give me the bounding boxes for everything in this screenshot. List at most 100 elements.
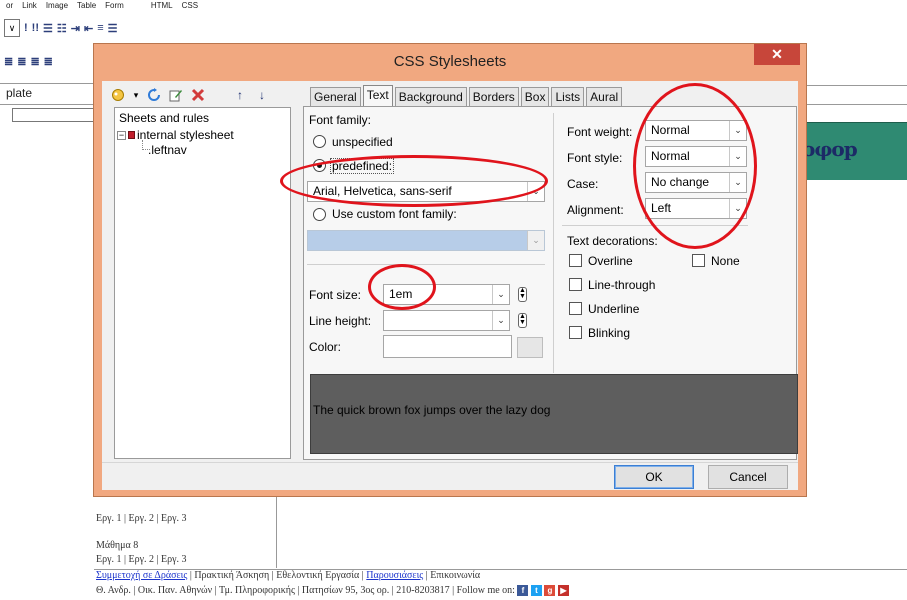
move-down-icon[interactable]: ↓ — [254, 87, 270, 103]
predefined-font-value: Arial, Helvetica, sans-serif — [313, 184, 452, 198]
align-icon[interactable]: ≡ — [97, 22, 103, 34]
unspecified-label: unspecified — [332, 135, 393, 149]
chevron-down-icon[interactable]: ⌄ — [729, 199, 746, 218]
link-presentations[interactable]: Παρουσιάσεις — [366, 570, 423, 581]
unspecified-radio[interactable] — [313, 135, 326, 148]
tab-general[interactable]: General — [310, 87, 361, 107]
new-rule-icon[interactable] — [110, 87, 126, 103]
menu-item-form[interactable]: Form — [105, 0, 124, 14]
indent-icon[interactable]: ⇥ — [71, 22, 80, 35]
menu-item-image[interactable]: Image — [46, 0, 68, 14]
predefined-font-combo[interactable]: Arial, Helvetica, sans-serif ⌄ — [307, 181, 545, 202]
alignment-value: Left — [651, 201, 672, 215]
chevron-down-icon[interactable]: ⌄ — [729, 147, 746, 166]
editor-right-bar — [796, 85, 907, 105]
predefined-label: predefined: — [330, 158, 395, 174]
menu-item-link[interactable]: Link — [22, 0, 37, 14]
dropdown-arrow-icon[interactable]: ▾ — [132, 87, 140, 103]
tab-background[interactable]: Background — [394, 87, 467, 107]
menu-item-css[interactable]: CSS — [182, 0, 198, 14]
alignment-combo[interactable]: Left ⌄ — [645, 198, 747, 219]
custom-font-combo[interactable]: ⌄ — [307, 230, 545, 251]
tree-node-leftnav[interactable]: .leftnav — [148, 143, 187, 157]
outdent-icon[interactable]: ⇤ — [84, 22, 93, 35]
align-justify-icon[interactable]: ≣ — [44, 55, 53, 68]
tab-lists[interactable]: Lists — [551, 87, 585, 107]
align-right-icon[interactable]: ≣ — [30, 55, 39, 68]
collapse-icon[interactable]: − — [117, 130, 126, 140]
font-size-label: Font size: — [309, 288, 362, 302]
stylesheet-icon — [128, 131, 135, 139]
cancel-button[interactable]: Cancel — [708, 465, 788, 489]
font-weight-combo[interactable]: Normal ⌄ — [645, 120, 747, 141]
toolbar-important2-button[interactable]: !! — [32, 22, 39, 34]
align-left-icon[interactable]: ≣ — [4, 55, 13, 68]
edit-icon[interactable] — [168, 87, 184, 103]
line-height-combo[interactable]: ⌄ — [383, 310, 510, 331]
menu-item-table[interactable]: Table — [77, 0, 96, 14]
move-up-icon[interactable]: ↑ — [232, 87, 248, 103]
tab-aural[interactable]: Aural — [586, 87, 623, 107]
tab-box[interactable]: Box — [520, 87, 550, 107]
toolbar-important-button[interactable]: ! — [24, 22, 28, 34]
close-button[interactable]: ✕ — [754, 44, 800, 65]
menu-item-or[interactable]: or — [6, 0, 13, 14]
editor-menubar: or Link Image Table Form HTML CSS — [0, 0, 198, 14]
menu-item-html[interactable]: HTML — [151, 0, 173, 14]
chevron-down-icon[interactable]: ⌄ — [527, 231, 544, 250]
editor-toolbar-2: ≣ ≣ ≣ ≣ — [0, 50, 53, 72]
predefined-radio[interactable] — [313, 159, 326, 172]
numbered-list-icon[interactable]: ☷ — [57, 22, 67, 35]
dialog-titlebar[interactable]: CSS Stylesheets ✕ — [94, 44, 806, 81]
font-size-combo[interactable]: 1em ⌄ — [383, 284, 510, 305]
refresh-icon[interactable] — [146, 87, 162, 103]
overline-checkbox[interactable] — [569, 254, 582, 267]
chevron-down-icon[interactable]: ⌄ — [729, 121, 746, 140]
list-icon[interactable]: ☰ — [43, 22, 53, 35]
custom-font-radio[interactable] — [313, 208, 326, 221]
link-actions[interactable]: Συμμετοχή σε Δράσεις — [96, 570, 187, 581]
toolbar-dropdown[interactable]: ∨ — [4, 19, 20, 37]
font-style-combo[interactable]: Normal ⌄ — [645, 146, 747, 167]
stylesheet-toolbar: ▾ ↑ ↓ — [110, 85, 290, 105]
line-height-spin-icon[interactable]: ▲ ▼ — [518, 313, 527, 328]
tab-text[interactable]: Text — [362, 85, 393, 107]
chevron-down-icon[interactable]: ⌄ — [527, 182, 544, 201]
blinking-label: Blinking — [588, 326, 631, 340]
editor-toolbar-1: ∨ ! !! ☰ ☷ ⇥ ⇤ ≡ ☰ — [0, 17, 117, 39]
twitter-icon[interactable]: t — [530, 585, 542, 597]
tab-borders[interactable]: Borders — [468, 87, 519, 107]
underline-checkbox[interactable] — [569, 302, 582, 315]
blinking-checkbox[interactable] — [569, 326, 582, 339]
line-through-checkbox[interactable] — [569, 278, 582, 291]
delete-icon[interactable] — [190, 87, 206, 103]
property-tabs: General Text Background Borders Box List… — [310, 85, 624, 107]
dialog-client-area: ▾ ↑ ↓ Sheets and rules − internal styles… — [102, 81, 798, 490]
sheets-rules-tree[interactable]: Sheets and rules − internal stylesheet .… — [114, 107, 291, 459]
none-checkbox[interactable] — [692, 254, 705, 267]
google-plus-icon[interactable]: g — [544, 585, 556, 597]
line-through-label: Line-through — [588, 278, 656, 292]
font-size-value: 1em — [389, 287, 413, 301]
chevron-down-icon[interactable]: ⌄ — [492, 311, 509, 330]
font-size-spin-icon[interactable]: ▲ ▼ — [518, 287, 527, 302]
youtube-icon[interactable]: ▶ — [557, 585, 569, 597]
facebook-icon[interactable]: f — [517, 585, 529, 597]
justify-icon[interactable]: ☰ — [108, 22, 118, 35]
font-weight-label: Font weight: — [567, 125, 633, 139]
ok-button[interactable]: OK — [614, 465, 694, 489]
style-preview-box: The quick brown fox jumps over the lazy … — [310, 374, 798, 454]
template-input[interactable] — [12, 108, 97, 122]
custom-font-label: Use custom font family: — [332, 207, 457, 221]
tree-node-stylesheet[interactable]: − internal stylesheet — [117, 128, 234, 142]
color-picker-button[interactable] — [517, 337, 543, 358]
none-label: None — [711, 254, 740, 268]
font-style-label: Font style: — [567, 151, 623, 165]
lesson-8-works-line: Εργ. 1 | Εργ. 2 | Εργ. 3 — [96, 554, 187, 565]
color-label: Color: — [309, 340, 342, 354]
align-center-icon[interactable]: ≣ — [17, 55, 26, 68]
case-combo[interactable]: No change ⌄ — [645, 172, 747, 193]
chevron-down-icon[interactable]: ⌄ — [729, 173, 746, 192]
chevron-down-icon[interactable]: ⌄ — [492, 285, 509, 304]
color-input[interactable] — [383, 335, 512, 358]
